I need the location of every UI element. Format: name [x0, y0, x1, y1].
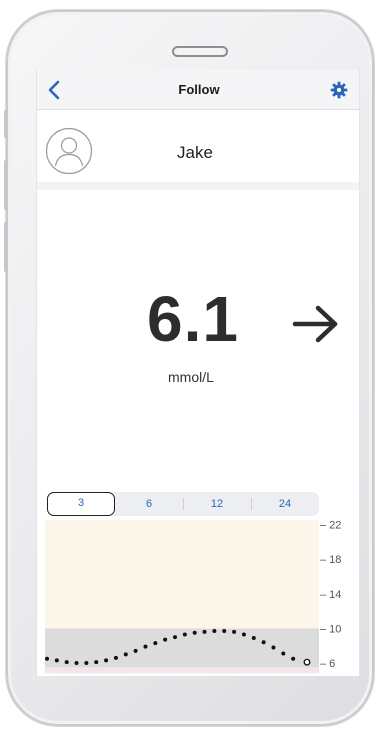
page-title: Follow: [178, 82, 220, 97]
time-range-selector: 3 6 12 24: [47, 492, 319, 516]
volume-up-button: [4, 160, 8, 210]
y-tick-label: – 14: [320, 589, 341, 601]
high-range-zone: [45, 520, 319, 629]
reading-point: [291, 656, 296, 661]
reading-point: [222, 629, 227, 634]
range-option-12h[interactable]: 12: [183, 492, 251, 516]
reading-point: [84, 661, 89, 666]
reading-point: [241, 632, 246, 637]
range-option-6h[interactable]: 6: [115, 492, 183, 516]
reading-point: [153, 641, 158, 646]
reading-point: [74, 661, 79, 666]
reading-point: [173, 635, 177, 640]
reading-point: [45, 656, 49, 661]
latest-reading-point: [303, 658, 311, 666]
reading-point: [123, 652, 128, 657]
glucose-chart: – 22 – 18 – 14 – 10 – 6: [45, 520, 341, 674]
y-tick-label: – 18: [320, 554, 341, 566]
reading-point: [192, 630, 197, 635]
trend-arrow-right-icon: [292, 305, 338, 343]
app-screen: Follow Jake 6.1 mmol/L 3 6 12 24 – 22 – …: [36, 70, 360, 676]
reading-point: [281, 651, 286, 656]
range-option-3h[interactable]: 3: [47, 492, 115, 516]
reading-point: [104, 658, 109, 663]
reading-point: [133, 648, 138, 653]
low-range-zone: [45, 667, 319, 674]
reading-point: [113, 655, 118, 660]
reading-point: [64, 660, 69, 665]
reading-point: [143, 644, 148, 649]
reading-point: [54, 658, 59, 663]
mute-switch: [4, 110, 8, 138]
reading-point: [271, 645, 276, 650]
glucose-value: 6.1: [147, 283, 239, 355]
profile-row[interactable]: Jake: [37, 120, 359, 190]
reading-point: [182, 632, 187, 637]
profile-name: Jake: [177, 143, 213, 162]
reading-point: [212, 629, 217, 634]
gear-icon[interactable]: [329, 80, 349, 100]
speaker-grille: [172, 46, 228, 57]
y-tick-label: – 10: [320, 623, 341, 635]
volume-down-button: [4, 222, 8, 272]
avatar-icon: [45, 127, 93, 175]
y-tick-label: – 6: [320, 658, 335, 670]
nav-bar: Follow: [37, 70, 359, 110]
reading-point: [163, 637, 168, 642]
reading-point: [232, 629, 237, 634]
reading-point: [94, 660, 99, 665]
reading-point: [261, 640, 266, 645]
reading-point: [251, 635, 256, 640]
reading-point: [202, 629, 207, 634]
y-tick-label: – 22: [320, 520, 341, 532]
range-option-24h[interactable]: 24: [251, 492, 319, 516]
glucose-unit: mmol/L: [168, 369, 214, 385]
